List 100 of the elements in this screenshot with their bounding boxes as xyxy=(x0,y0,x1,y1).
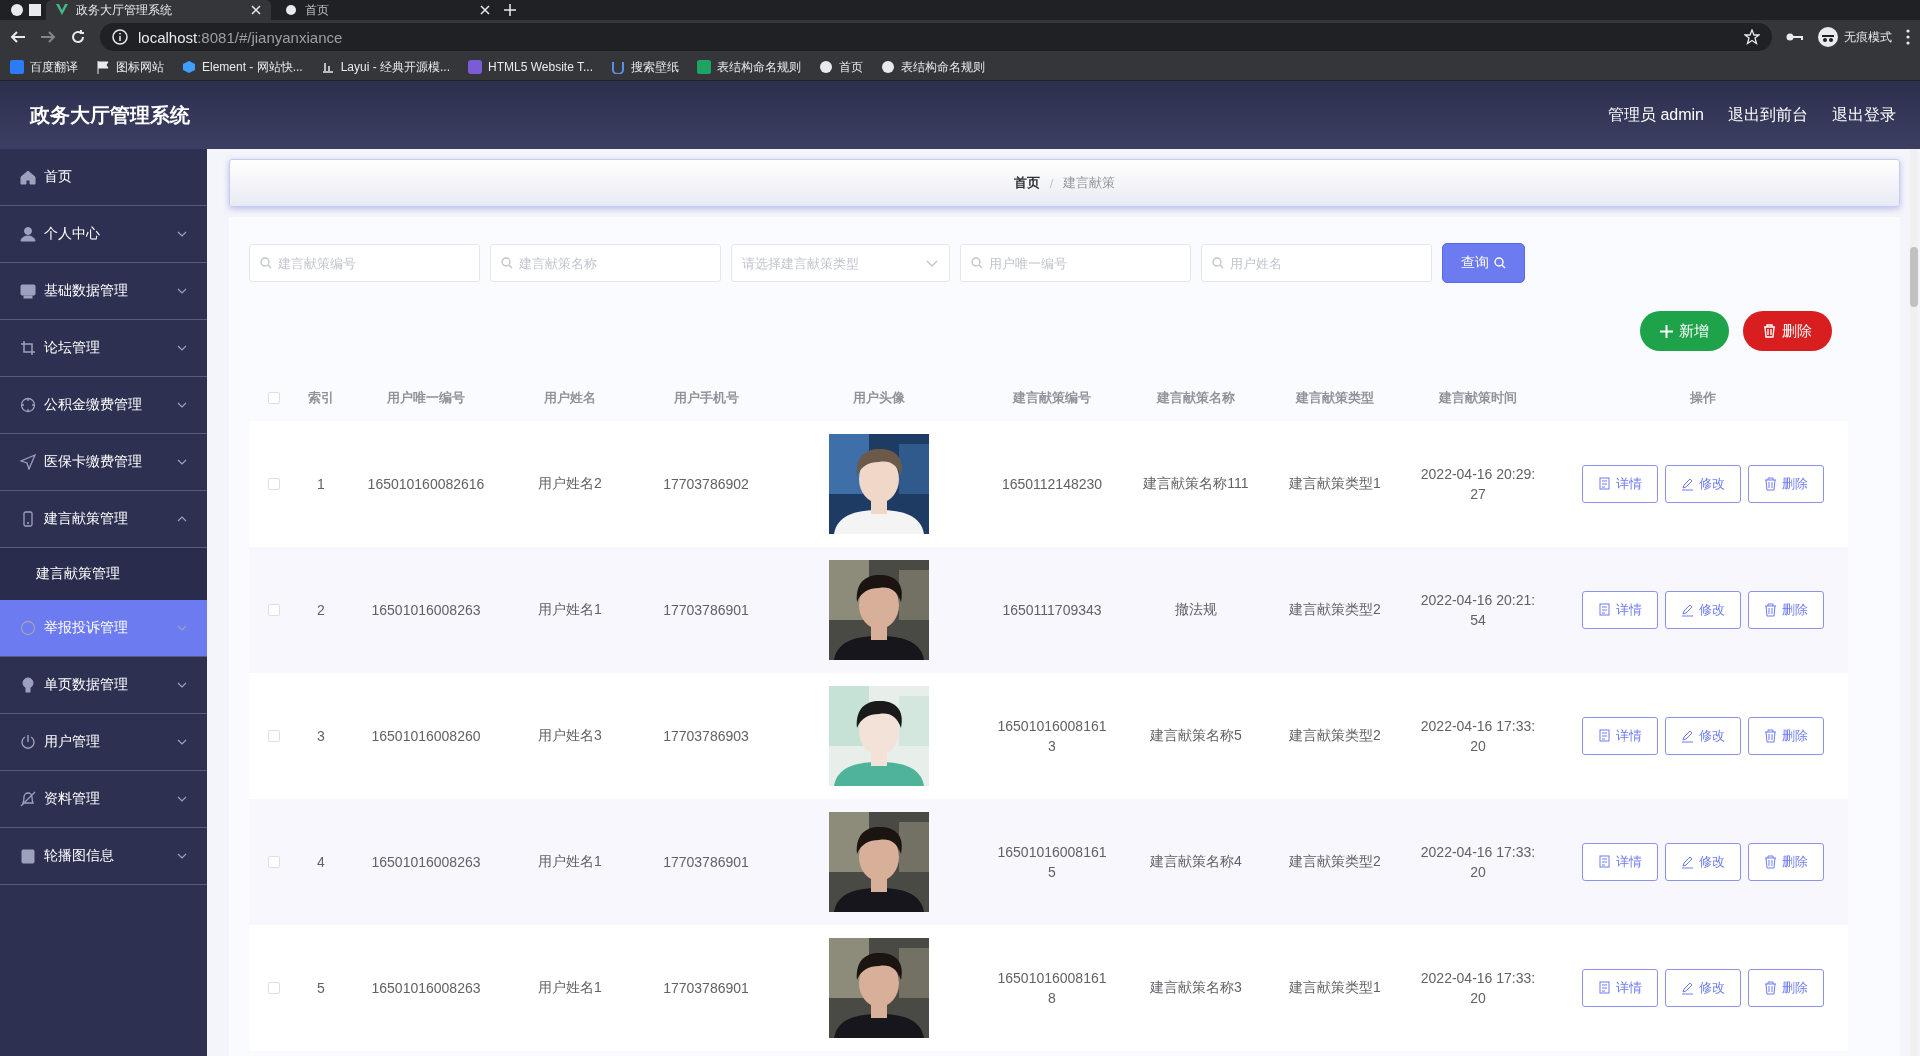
chevron-down-icon xyxy=(177,853,187,859)
checkbox[interactable] xyxy=(268,982,280,994)
bookmark[interactable]: Element - 网站快... xyxy=(182,58,303,76)
bookmark[interactable]: 搜索壁纸 xyxy=(611,58,679,76)
column-header: 建言献策类型 xyxy=(1294,389,1375,407)
edit-button[interactable]: 修改 xyxy=(1664,717,1741,755)
chevron-down-icon xyxy=(177,682,187,688)
table-cell-text: 建言献策类型2 xyxy=(1288,601,1382,619)
table-cell-text: 建言献策类型2 xyxy=(1288,727,1382,745)
checkbox[interactable] xyxy=(268,392,280,404)
edit-button[interactable]: 修改 xyxy=(1664,591,1741,629)
browser-tab[interactable]: 首页 xyxy=(275,0,500,20)
details-button[interactable]: 详情 xyxy=(1581,717,1658,755)
bell-off-icon xyxy=(20,791,36,807)
bookmark[interactable]: 表结构命名规则 xyxy=(697,58,801,76)
bookmark[interactable]: 表结构命名规则 xyxy=(881,58,985,76)
search-field[interactable]: 用户姓名 xyxy=(1201,244,1432,282)
checkbox[interactable] xyxy=(268,604,280,616)
app-title: 政务大厅管理系统 xyxy=(30,102,191,128)
delete-button[interactable]: 删除 xyxy=(1747,969,1824,1007)
forward-arrow-icon[interactable] xyxy=(40,29,56,45)
table-cell-text: 建言献策名称3 xyxy=(1149,979,1243,997)
sidebar-item[interactable]: 举报投诉管理 xyxy=(0,600,207,657)
bookmark[interactable]: HTML5 Website T... xyxy=(468,60,593,74)
table-cell-text: 17703786901 xyxy=(662,602,750,618)
details-button[interactable]: 详情 xyxy=(1581,465,1658,503)
delete-button[interactable]: 删除 xyxy=(1747,465,1824,503)
trash-icon xyxy=(1763,477,1777,491)
column-header: 建言献策名称 xyxy=(1155,389,1236,407)
header-link[interactable]: 退出到前台 xyxy=(1728,104,1808,126)
address-bar[interactable]: localhost:8081/#/jianyanxiance xyxy=(100,23,1772,51)
incognito-button[interactable]: 无痕模式 xyxy=(1818,27,1892,47)
chevron-up-icon xyxy=(177,516,187,522)
browser-tab[interactable]: 政务大厅管理系统 xyxy=(46,0,271,20)
table-cell-text: 建言献策类型1 xyxy=(1288,979,1382,997)
table-cell-text: 5 xyxy=(316,980,326,996)
table-cell-text: 16501016008263 xyxy=(370,980,482,996)
star-icon[interactable] xyxy=(1744,29,1760,45)
checkbox[interactable] xyxy=(268,730,280,742)
edit-button[interactable]: 修改 xyxy=(1664,843,1741,881)
breadcrumb-item[interactable]: 首页 xyxy=(1013,174,1040,192)
sidebar-subitem[interactable]: 建言献策管理 xyxy=(0,548,207,600)
table-cell-text: 17703786903 xyxy=(662,728,750,744)
search-icon xyxy=(1494,257,1506,269)
table-cell-text: 用户姓名3 xyxy=(537,727,603,745)
select-field[interactable]: 请选择建言献策类型 xyxy=(731,244,950,282)
header-link[interactable]: 管理员 admin xyxy=(1607,104,1704,126)
search-icon xyxy=(971,257,983,269)
checkbox[interactable] xyxy=(268,856,280,868)
table-cell-text: 2022-04-16 17:33:20 xyxy=(1420,969,1536,1008)
circle-icon xyxy=(20,620,36,636)
bookmark[interactable]: Layui - 经典开源模... xyxy=(320,58,451,76)
compass-icon xyxy=(20,397,36,413)
column-header: 建言献策时间 xyxy=(1437,389,1518,407)
delete-button[interactable]: 删除 xyxy=(1747,591,1824,629)
table-cell-text: 1650112148230 xyxy=(1000,475,1104,494)
table-cell-text: 17703786902 xyxy=(662,476,750,492)
search-icon xyxy=(260,257,272,269)
table-cell-text: 17703786901 xyxy=(662,980,750,996)
table-cell-text: 建言献策类型2 xyxy=(1288,853,1382,871)
reload-icon[interactable] xyxy=(70,29,86,45)
sheet-icon xyxy=(697,60,711,74)
back-arrow-icon[interactable] xyxy=(10,29,26,45)
close-icon[interactable] xyxy=(251,5,261,15)
crop-icon xyxy=(20,340,36,356)
chevron-down-icon xyxy=(177,288,187,294)
column-header: 操作 xyxy=(1688,389,1717,407)
url-text: localhost:8081/#/jianyanxiance xyxy=(138,28,343,46)
column-header: 用户唯一编号 xyxy=(386,389,466,407)
search-icon xyxy=(1212,257,1224,269)
search-field[interactable]: 建言献策编号 xyxy=(249,244,480,282)
details-button[interactable]: 详情 xyxy=(1581,969,1658,1007)
trash-icon xyxy=(1763,729,1777,743)
chevron-down-icon xyxy=(177,796,187,802)
more-icon[interactable] xyxy=(1906,29,1910,45)
checkbox[interactable] xyxy=(268,478,280,490)
table-cell-text: 1 xyxy=(316,476,326,492)
phone-icon xyxy=(20,511,36,527)
plus-icon[interactable] xyxy=(504,4,516,16)
search-button[interactable]: 查询 xyxy=(1442,243,1525,283)
details-button[interactable]: 详情 xyxy=(1581,843,1658,881)
edit-button[interactable]: 修改 xyxy=(1664,969,1741,1007)
table-cell-text: 165010160081615 xyxy=(996,843,1108,882)
table-cell-text: 建言献策名称4 xyxy=(1149,853,1243,871)
search-field[interactable]: 建言献策名称 xyxy=(490,244,721,282)
bookmark[interactable]: 图标网站 xyxy=(96,58,164,76)
delete-button[interactable]: 删除 xyxy=(1747,717,1824,755)
bookmark[interactable]: 百度翻译 xyxy=(10,58,78,76)
header-link[interactable]: 退出登录 xyxy=(1832,104,1896,126)
delete-button[interactable]: 删除 xyxy=(1743,311,1832,351)
bookmark[interactable]: 首页 xyxy=(819,58,863,76)
document-icon xyxy=(1597,477,1611,491)
scrollbar[interactable] xyxy=(1910,149,1918,1056)
details-button[interactable]: 详情 xyxy=(1581,591,1658,629)
table-cell-text: 建言献策名称111 xyxy=(1142,475,1250,493)
pencil-icon xyxy=(1680,477,1694,491)
edit-button[interactable]: 修改 xyxy=(1664,465,1741,503)
delete-button[interactable]: 删除 xyxy=(1747,843,1824,881)
key-icon[interactable] xyxy=(1786,31,1804,43)
close-icon[interactable] xyxy=(480,5,490,15)
